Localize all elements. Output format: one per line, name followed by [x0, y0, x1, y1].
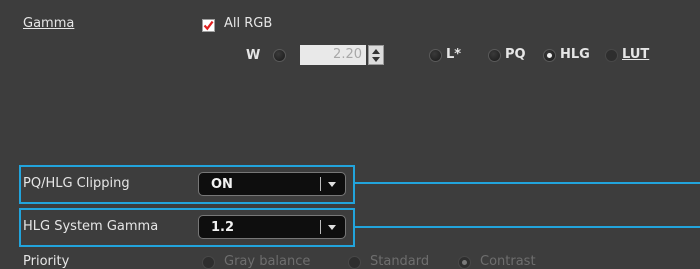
radio-lut[interactable] [605, 49, 618, 62]
w-spin-buttons[interactable] [368, 45, 384, 65]
chevron-down-icon [328, 225, 336, 230]
callout-line [355, 226, 700, 228]
label-hlg: HLG [560, 47, 590, 62]
hlg-system-gamma-value: 1.2 [211, 220, 235, 235]
radio-l-star[interactable] [429, 49, 442, 62]
all-rgb-checkbox[interactable] [202, 19, 215, 32]
radio-gray-balance[interactable] [202, 256, 215, 269]
chevron-down-icon [328, 182, 336, 187]
gamma-label: Gamma [23, 16, 75, 31]
radio-standard[interactable] [348, 256, 361, 269]
label-pq: PQ [505, 47, 526, 62]
label-gray-balance: Gray balance [224, 254, 311, 269]
priority-label: Priority [23, 254, 70, 269]
hlg-system-gamma-dropdown[interactable]: 1.2 [198, 215, 346, 239]
dropdown-separator [320, 220, 321, 234]
w-value-field[interactable]: 2.20 [300, 45, 366, 65]
label-standard: Standard [370, 254, 430, 269]
radio-contrast[interactable] [458, 256, 471, 269]
hlg-system-gamma-label: HLG System Gamma [23, 219, 159, 234]
label-l-star: L* [446, 47, 462, 62]
checkmark-icon [203, 20, 214, 31]
pq-hlg-clipping-label: PQ/HLG Clipping [23, 176, 130, 191]
lut-link[interactable]: LUT [622, 47, 649, 62]
radio-hlg[interactable] [543, 49, 556, 62]
label-contrast: Contrast [480, 254, 536, 269]
spin-up-icon[interactable] [372, 49, 380, 54]
radio-w[interactable] [273, 49, 286, 62]
dropdown-separator [320, 177, 321, 191]
pq-hlg-clipping-dropdown[interactable]: ON [198, 172, 346, 196]
w-label: W [246, 48, 261, 63]
callout-line [355, 182, 700, 184]
pq-hlg-clipping-value: ON [211, 177, 233, 192]
all-rgb-label: All RGB [224, 16, 273, 31]
radio-pq[interactable] [488, 49, 501, 62]
spin-down-icon[interactable] [372, 57, 380, 62]
